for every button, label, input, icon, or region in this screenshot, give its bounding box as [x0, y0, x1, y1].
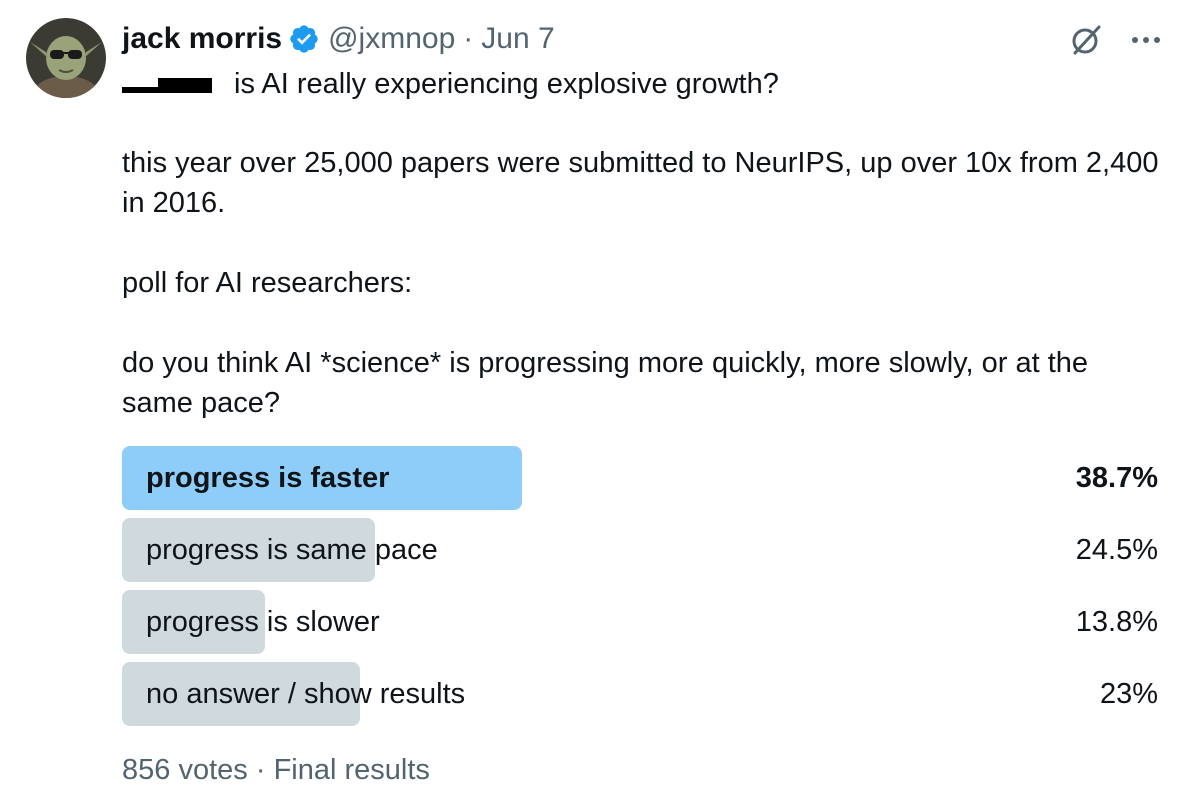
tweet-paragraph: do you think AI *science* is progressing…: [122, 347, 1089, 419]
poll: progress is faster 38.7% progress is sam…: [122, 446, 1158, 734]
avatar[interactable]: [26, 18, 106, 98]
more-options-icon[interactable]: [1126, 20, 1166, 60]
author-handle[interactable]: @jxmnop: [328, 22, 455, 56]
tweet-first-line: is AI really experiencing explosive grow…: [122, 64, 779, 104]
poll-option-percent: 13.8%: [1075, 606, 1158, 638]
tweet-header: jack morris @jxmnop · Jun 7: [122, 18, 555, 60]
poll-option-percent: 23%: [1099, 678, 1158, 710]
poll-option[interactable]: progress is slower 13.8%: [122, 590, 1158, 654]
poll-status: Final results: [273, 754, 430, 786]
tweet-date[interactable]: Jun 7: [481, 22, 554, 56]
avatar-image: [26, 18, 106, 98]
tweet-first-line-text: is AI really experiencing explosive grow…: [234, 67, 779, 100]
poll-option-label: progress is slower: [146, 606, 380, 638]
poll-option-label: progress is faster: [146, 462, 390, 494]
poll-option-percent: 38.7%: [1075, 462, 1158, 494]
poll-option-percent: 24.5%: [1075, 534, 1158, 566]
poll-option-label: progress is same pace: [146, 534, 438, 566]
poll-footer: 856 votes · Final results: [122, 750, 430, 790]
poll-option[interactable]: no answer / show results 23%: [122, 662, 1158, 726]
poll-option[interactable]: progress is faster 38.7%: [122, 446, 1158, 510]
tweet-paragraph: this year over 25,000 papers were submit…: [122, 147, 1159, 219]
poll-footer-separator: ·: [255, 754, 266, 786]
tweet-paragraph: poll for AI researchers:: [122, 267, 413, 299]
header-separator: ·: [463, 22, 474, 55]
author-name[interactable]: jack morris: [122, 22, 282, 56]
poll-vote-count: 856 votes: [122, 754, 248, 786]
poll-option-label: no answer / show results: [146, 678, 466, 710]
grok-icon[interactable]: [1066, 20, 1106, 60]
poll-option[interactable]: progress is same pace 24.5%: [122, 518, 1158, 582]
header-actions: [1066, 20, 1166, 60]
verified-badge-icon[interactable]: [288, 23, 320, 55]
redaction-mark: [122, 72, 212, 96]
